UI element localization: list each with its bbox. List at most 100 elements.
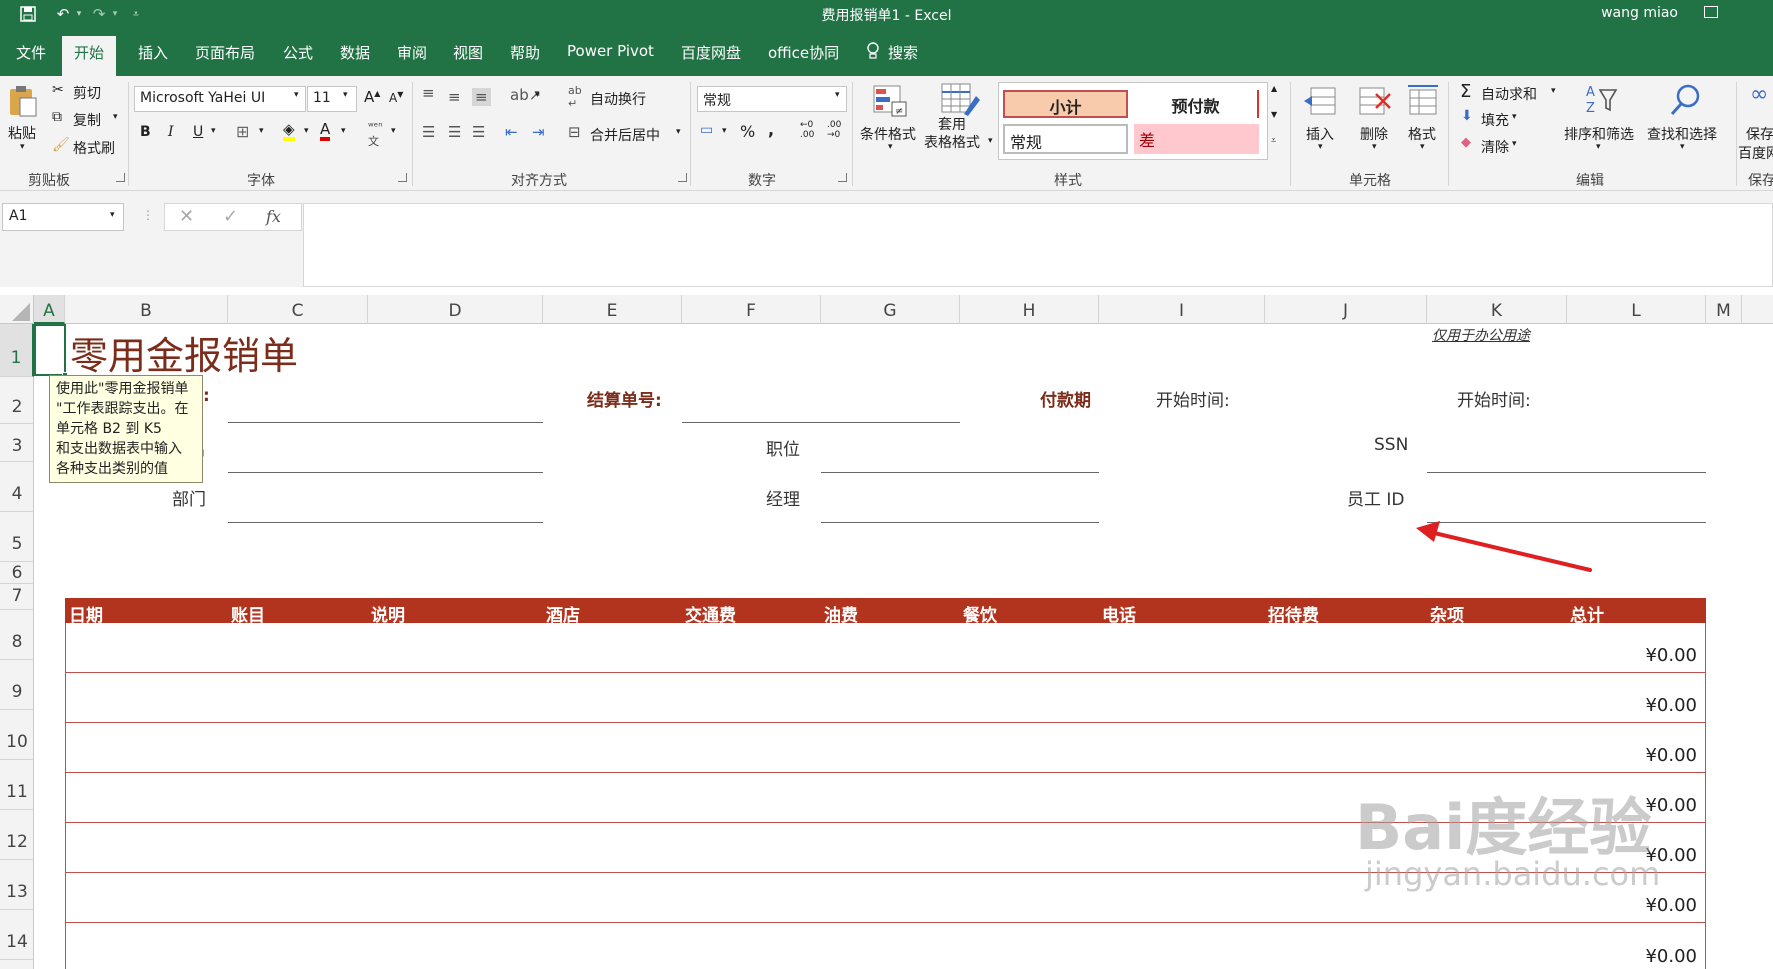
sort-filter-icon[interactable]: AZ [1584, 82, 1620, 118]
row-header-13[interactable]: 13 [0, 860, 34, 910]
align-right-icon[interactable]: ☰ [472, 123, 485, 141]
delete-cells-button[interactable]: 删除 [1360, 124, 1388, 144]
merge-dropdown-icon[interactable]: ▾ [676, 127, 681, 137]
alignment-launcher-icon[interactable] [678, 173, 687, 182]
payment-period-label[interactable]: 付款期 [1040, 386, 1091, 411]
align-bottom-icon[interactable]: ≡ [472, 88, 491, 106]
insert-function-icon[interactable]: fx [266, 207, 281, 226]
paste-icon[interactable] [8, 84, 38, 118]
row-total[interactable]: ¥0.00 [1645, 745, 1697, 766]
conditional-format-icon[interactable]: ≠ [872, 84, 908, 118]
row-header-5[interactable]: 5 [0, 512, 34, 562]
row-header-6[interactable]: 6 [0, 562, 34, 584]
manager-underline[interactable] [821, 522, 1099, 523]
tab-baidu-netdisk[interactable]: 百度网盘 [681, 42, 741, 63]
tab-help[interactable]: 帮助 [510, 42, 540, 63]
delete-dropdown-icon[interactable]: ▾ [1372, 142, 1377, 152]
row-total[interactable]: ¥0.00 [1645, 695, 1697, 716]
start-time-label-1[interactable]: 开始时间: [1156, 386, 1230, 411]
format-dropdown-icon[interactable]: ▾ [1420, 142, 1425, 152]
accounting-icon[interactable]: ▭ [700, 122, 713, 138]
format-cells-icon[interactable] [1406, 84, 1442, 118]
formula-bar-grip-icon[interactable]: ⋮ [142, 208, 154, 222]
row2-field-underline-c[interactable] [228, 422, 543, 423]
align-top-icon[interactable]: ≡ [422, 84, 435, 102]
sort-filter-dropdown-icon[interactable]: ▾ [1596, 142, 1601, 152]
sort-filter-button[interactable]: 排序和筛选 [1564, 124, 1634, 144]
formula-input[interactable] [303, 203, 1773, 287]
tab-formulas[interactable]: 公式 [283, 42, 313, 63]
copy-dropdown-icon[interactable]: ▾ [113, 112, 118, 122]
fill-color-dropdown-icon[interactable]: ▾ [304, 126, 309, 136]
employee-id-label[interactable]: 员工 ID [1347, 485, 1405, 510]
cut-button[interactable]: 剪切 [73, 83, 101, 103]
number-launcher-icon[interactable] [838, 173, 847, 182]
baidu-save-icon[interactable]: ∞ [1750, 82, 1768, 107]
baidu-save-button-line1[interactable]: 保存 [1746, 124, 1773, 144]
row-total[interactable]: ¥0.00 [1645, 645, 1697, 666]
row-header-7[interactable]: 7 [0, 584, 34, 610]
tab-power-pivot[interactable]: Power Pivot [567, 42, 654, 60]
settlement-no-underline[interactable] [682, 422, 960, 423]
autosum-icon[interactable]: Σ [1460, 81, 1471, 102]
row-header-2[interactable]: 2 [0, 377, 34, 424]
format-painter-icon[interactable]: 🖌 [52, 137, 70, 153]
styles-scroll-down-icon[interactable]: ▼ [1271, 110, 1277, 119]
row-total[interactable]: ¥0.00 [1645, 795, 1697, 816]
font-size-select[interactable]: 11 [307, 86, 357, 112]
column-header-f[interactable]: F [682, 295, 821, 324]
conditional-format-dropdown-icon[interactable]: ▾ [888, 142, 893, 152]
row-header-14[interactable]: 14 [0, 910, 34, 960]
find-select-icon[interactable] [1668, 82, 1704, 118]
borders-dropdown-icon[interactable]: ▾ [259, 126, 264, 136]
format-as-table-dropdown-icon[interactable]: ▾ [988, 136, 993, 146]
table-row[interactable]: ¥0.00 [65, 623, 1706, 673]
table-row[interactable]: ¥0.00 [65, 673, 1706, 723]
table-row[interactable]: ¥0.00 [65, 923, 1706, 969]
format-painter-button[interactable]: 格式刷 [73, 138, 115, 158]
wrap-text-button[interactable]: 自动换行 [590, 89, 646, 109]
borders-icon[interactable]: ⊞ [236, 122, 249, 141]
copy-button[interactable]: 复制 [73, 110, 101, 130]
align-left-icon[interactable]: ☰ [422, 123, 435, 141]
position-underline[interactable] [821, 472, 1099, 473]
find-select-dropdown-icon[interactable]: ▾ [1680, 142, 1685, 152]
lightbulb-icon[interactable] [866, 42, 880, 64]
row-header-4[interactable]: 4 [0, 462, 34, 512]
italic-button[interactable]: I [168, 124, 174, 140]
autosum-dropdown-icon[interactable]: ▾ [1551, 86, 1556, 96]
row-header-3[interactable]: 3 [0, 424, 34, 462]
paste-dropdown-icon[interactable]: ▾ [20, 142, 25, 152]
font-color-icon[interactable]: A [320, 121, 331, 141]
insert-cells-button[interactable]: 插入 [1306, 124, 1334, 144]
fill-dropdown-icon[interactable]: ▾ [1512, 112, 1517, 122]
column-header-b[interactable]: B [65, 295, 228, 324]
column-header-c[interactable]: C [228, 295, 368, 324]
ssn-label[interactable]: SSN [1374, 435, 1408, 455]
row-total[interactable]: ¥0.00 [1645, 946, 1697, 967]
cancel-icon[interactable]: ✕ [179, 206, 194, 227]
comma-icon[interactable]: , [768, 120, 774, 139]
phonetic-dropdown-icon[interactable]: ▾ [391, 126, 396, 136]
increase-font-icon[interactable]: A▲ [364, 88, 380, 106]
increase-indent-icon[interactable]: ⇥ [532, 123, 545, 141]
style-bad[interactable]: 差 [1134, 124, 1259, 154]
tab-home[interactable]: 开始 [62, 36, 117, 81]
row-total[interactable]: ¥0.00 [1645, 895, 1697, 916]
clear-button[interactable]: 清除 [1481, 137, 1509, 157]
wrap-text-icon[interactable]: ab ↵ [568, 84, 582, 110]
insert-dropdown-icon[interactable]: ▾ [1318, 142, 1323, 152]
row-header-10[interactable]: 10 [0, 710, 34, 760]
clear-dropdown-icon[interactable]: ▾ [1512, 139, 1517, 149]
table-row[interactable]: ¥0.00 [65, 723, 1706, 773]
decrease-font-icon[interactable]: A▼ [389, 90, 403, 105]
delete-cells-icon[interactable] [1356, 84, 1392, 118]
active-cell-a1[interactable] [34, 324, 66, 376]
column-header-d[interactable]: D [368, 295, 543, 324]
column-header-e[interactable]: E [543, 295, 682, 324]
column-header-a[interactable]: A [34, 295, 65, 324]
row-header-11[interactable]: 11 [0, 760, 34, 810]
select-all-corner[interactable] [0, 295, 34, 324]
manager-label[interactable]: 经理 [766, 485, 800, 510]
tab-office-collab[interactable]: office协同 [768, 42, 839, 63]
